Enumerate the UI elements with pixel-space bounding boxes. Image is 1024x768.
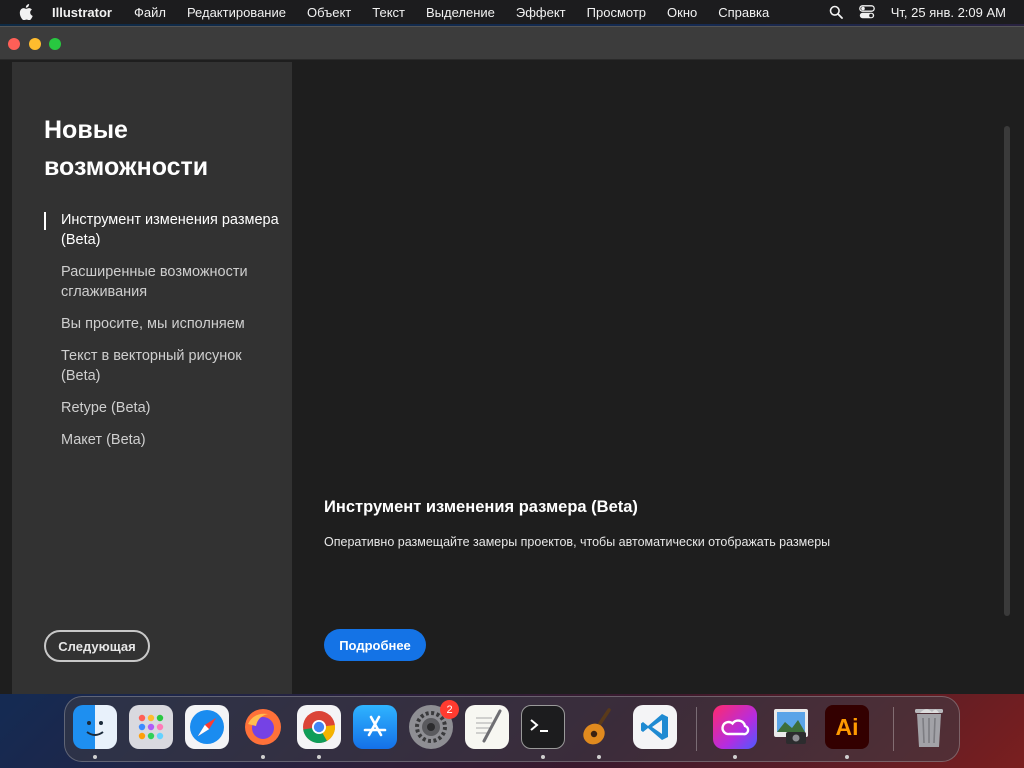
nav-item-smoothing[interactable]: Расширенные возможности сглаживания — [44, 262, 284, 302]
safari-compass-icon — [190, 710, 224, 744]
garageband-running-dot — [597, 755, 601, 759]
dock: 2 Ai — [64, 696, 960, 762]
guitar-icon — [583, 708, 611, 745]
menu-window[interactable]: Окно — [667, 5, 697, 20]
apple-menu[interactable] — [0, 4, 52, 20]
window-close-button[interactable] — [8, 38, 20, 50]
apple-icon — [19, 4, 33, 20]
content-scrollbar[interactable] — [1004, 126, 1010, 616]
terminal-icon[interactable] — [521, 705, 565, 749]
nav-item-label: Инструмент изменения размера (Beta) — [61, 212, 279, 248]
nav-item-text-to-vector[interactable]: Текст в векторный рисунок (Beta) — [44, 346, 284, 386]
nav-item-label: Retype (Beta) — [61, 400, 151, 416]
firefox-icon[interactable] — [241, 705, 285, 749]
menu-object[interactable]: Объект — [307, 5, 351, 20]
textedit-icon[interactable] — [465, 705, 509, 749]
window-minimize-button[interactable] — [29, 38, 41, 50]
learn-more-button[interactable]: Подробнее — [324, 629, 426, 661]
finder-running-dot — [93, 755, 97, 759]
system-settings-icon[interactable]: 2 — [409, 700, 459, 749]
cc-cloud-icon — [721, 719, 750, 736]
dock-separator — [893, 707, 894, 751]
terminal-running-dot — [541, 755, 545, 759]
menu-file[interactable]: Файл — [134, 5, 166, 20]
menu-bar-clock[interactable]: Чт, 25 янв. 2:09 AM — [891, 5, 1006, 20]
app-window: Новые возможности Инструмент изменения р… — [0, 26, 1024, 694]
nav-item-label: Вы просите, мы исполняем — [61, 316, 245, 332]
menu-select[interactable]: Выделение — [426, 5, 495, 20]
illustrator-icon[interactable]: Ai — [825, 705, 869, 749]
chrome-logo-icon — [303, 711, 336, 744]
menu-type[interactable]: Текст — [372, 5, 405, 20]
sidebar-title: Новые возможности — [44, 116, 209, 181]
creative-cloud-icon[interactable] — [713, 705, 757, 749]
finder-face-icon — [86, 721, 104, 736]
menu-edit[interactable]: Редактирование — [187, 5, 286, 20]
preview-icon[interactable] — [769, 705, 813, 749]
nav-item-mockup[interactable]: Макет (Beta) — [44, 430, 284, 450]
chrome-running-dot — [317, 755, 321, 759]
nav-item-label: Расширенные возможности сглаживания — [61, 264, 248, 300]
nav-item-label: Текст в векторный рисунок (Beta) — [61, 348, 242, 384]
next-button[interactable]: Следующая — [44, 630, 150, 662]
menu-help[interactable]: Справка — [718, 5, 769, 20]
app-name-menu[interactable]: Illustrator — [52, 5, 112, 20]
chrome-icon[interactable] — [297, 705, 341, 749]
feature-description: Оперативно размещайте замеры проектов, ч… — [324, 535, 831, 549]
firefox-running-dot — [261, 755, 265, 759]
settings-badge: 2 — [440, 700, 459, 719]
illustrator-label: Ai — [835, 713, 859, 740]
menu-bar: Illustrator Файл Редактирование Объект Т… — [0, 0, 1024, 24]
trash-can-icon — [915, 709, 943, 747]
control-center-icon[interactable] — [858, 5, 875, 19]
trash-icon[interactable] — [907, 705, 951, 749]
whats-new-dialog: Новые возможности Инструмент изменения р… — [12, 62, 1012, 694]
launchpad-grid-icon — [138, 714, 164, 740]
nav-item-you-ask-we-deliver[interactable]: Вы просите, мы исполняем — [44, 314, 284, 334]
nav-item-label: Макет (Beta) — [61, 432, 146, 448]
vscode-icon[interactable] — [633, 705, 677, 749]
textedit-pen-icon — [476, 709, 502, 743]
safari-icon[interactable] — [185, 705, 229, 749]
creative-cloud-running-dot — [733, 755, 737, 759]
app-store-logo-icon — [363, 715, 387, 737]
garageband-icon[interactable] — [577, 705, 621, 749]
firefox-logo-icon — [245, 709, 281, 745]
nav-item-retype[interactable]: Retype (Beta) — [44, 398, 284, 418]
menu-effect[interactable]: Эффект — [516, 5, 566, 20]
preview-photos-icon — [774, 709, 808, 744]
feature-content: Инструмент изменения размера (Beta) Опер… — [292, 62, 1012, 694]
menu-view[interactable]: Просмотр — [587, 5, 646, 20]
whats-new-sidebar: Новые возможности Инструмент изменения р… — [12, 62, 292, 694]
dock-separator — [696, 707, 697, 751]
search-icon[interactable] — [829, 5, 843, 19]
window-maximize-button[interactable] — [49, 38, 61, 50]
window-titlebar[interactable] — [0, 27, 1024, 60]
feature-nav: Инструмент изменения размера (Beta) Расш… — [44, 210, 284, 462]
finder-icon[interactable] — [73, 705, 117, 749]
launchpad-icon[interactable] — [129, 705, 173, 749]
vscode-logo-icon — [641, 714, 668, 740]
app-store-icon[interactable] — [353, 705, 397, 749]
illustrator-running-dot — [845, 755, 849, 759]
terminal-prompt-icon — [530, 719, 548, 732]
feature-title: Инструмент изменения размера (Beta) — [324, 498, 638, 516]
nav-item-resize-tool[interactable]: Инструмент изменения размера (Beta) — [44, 210, 284, 250]
